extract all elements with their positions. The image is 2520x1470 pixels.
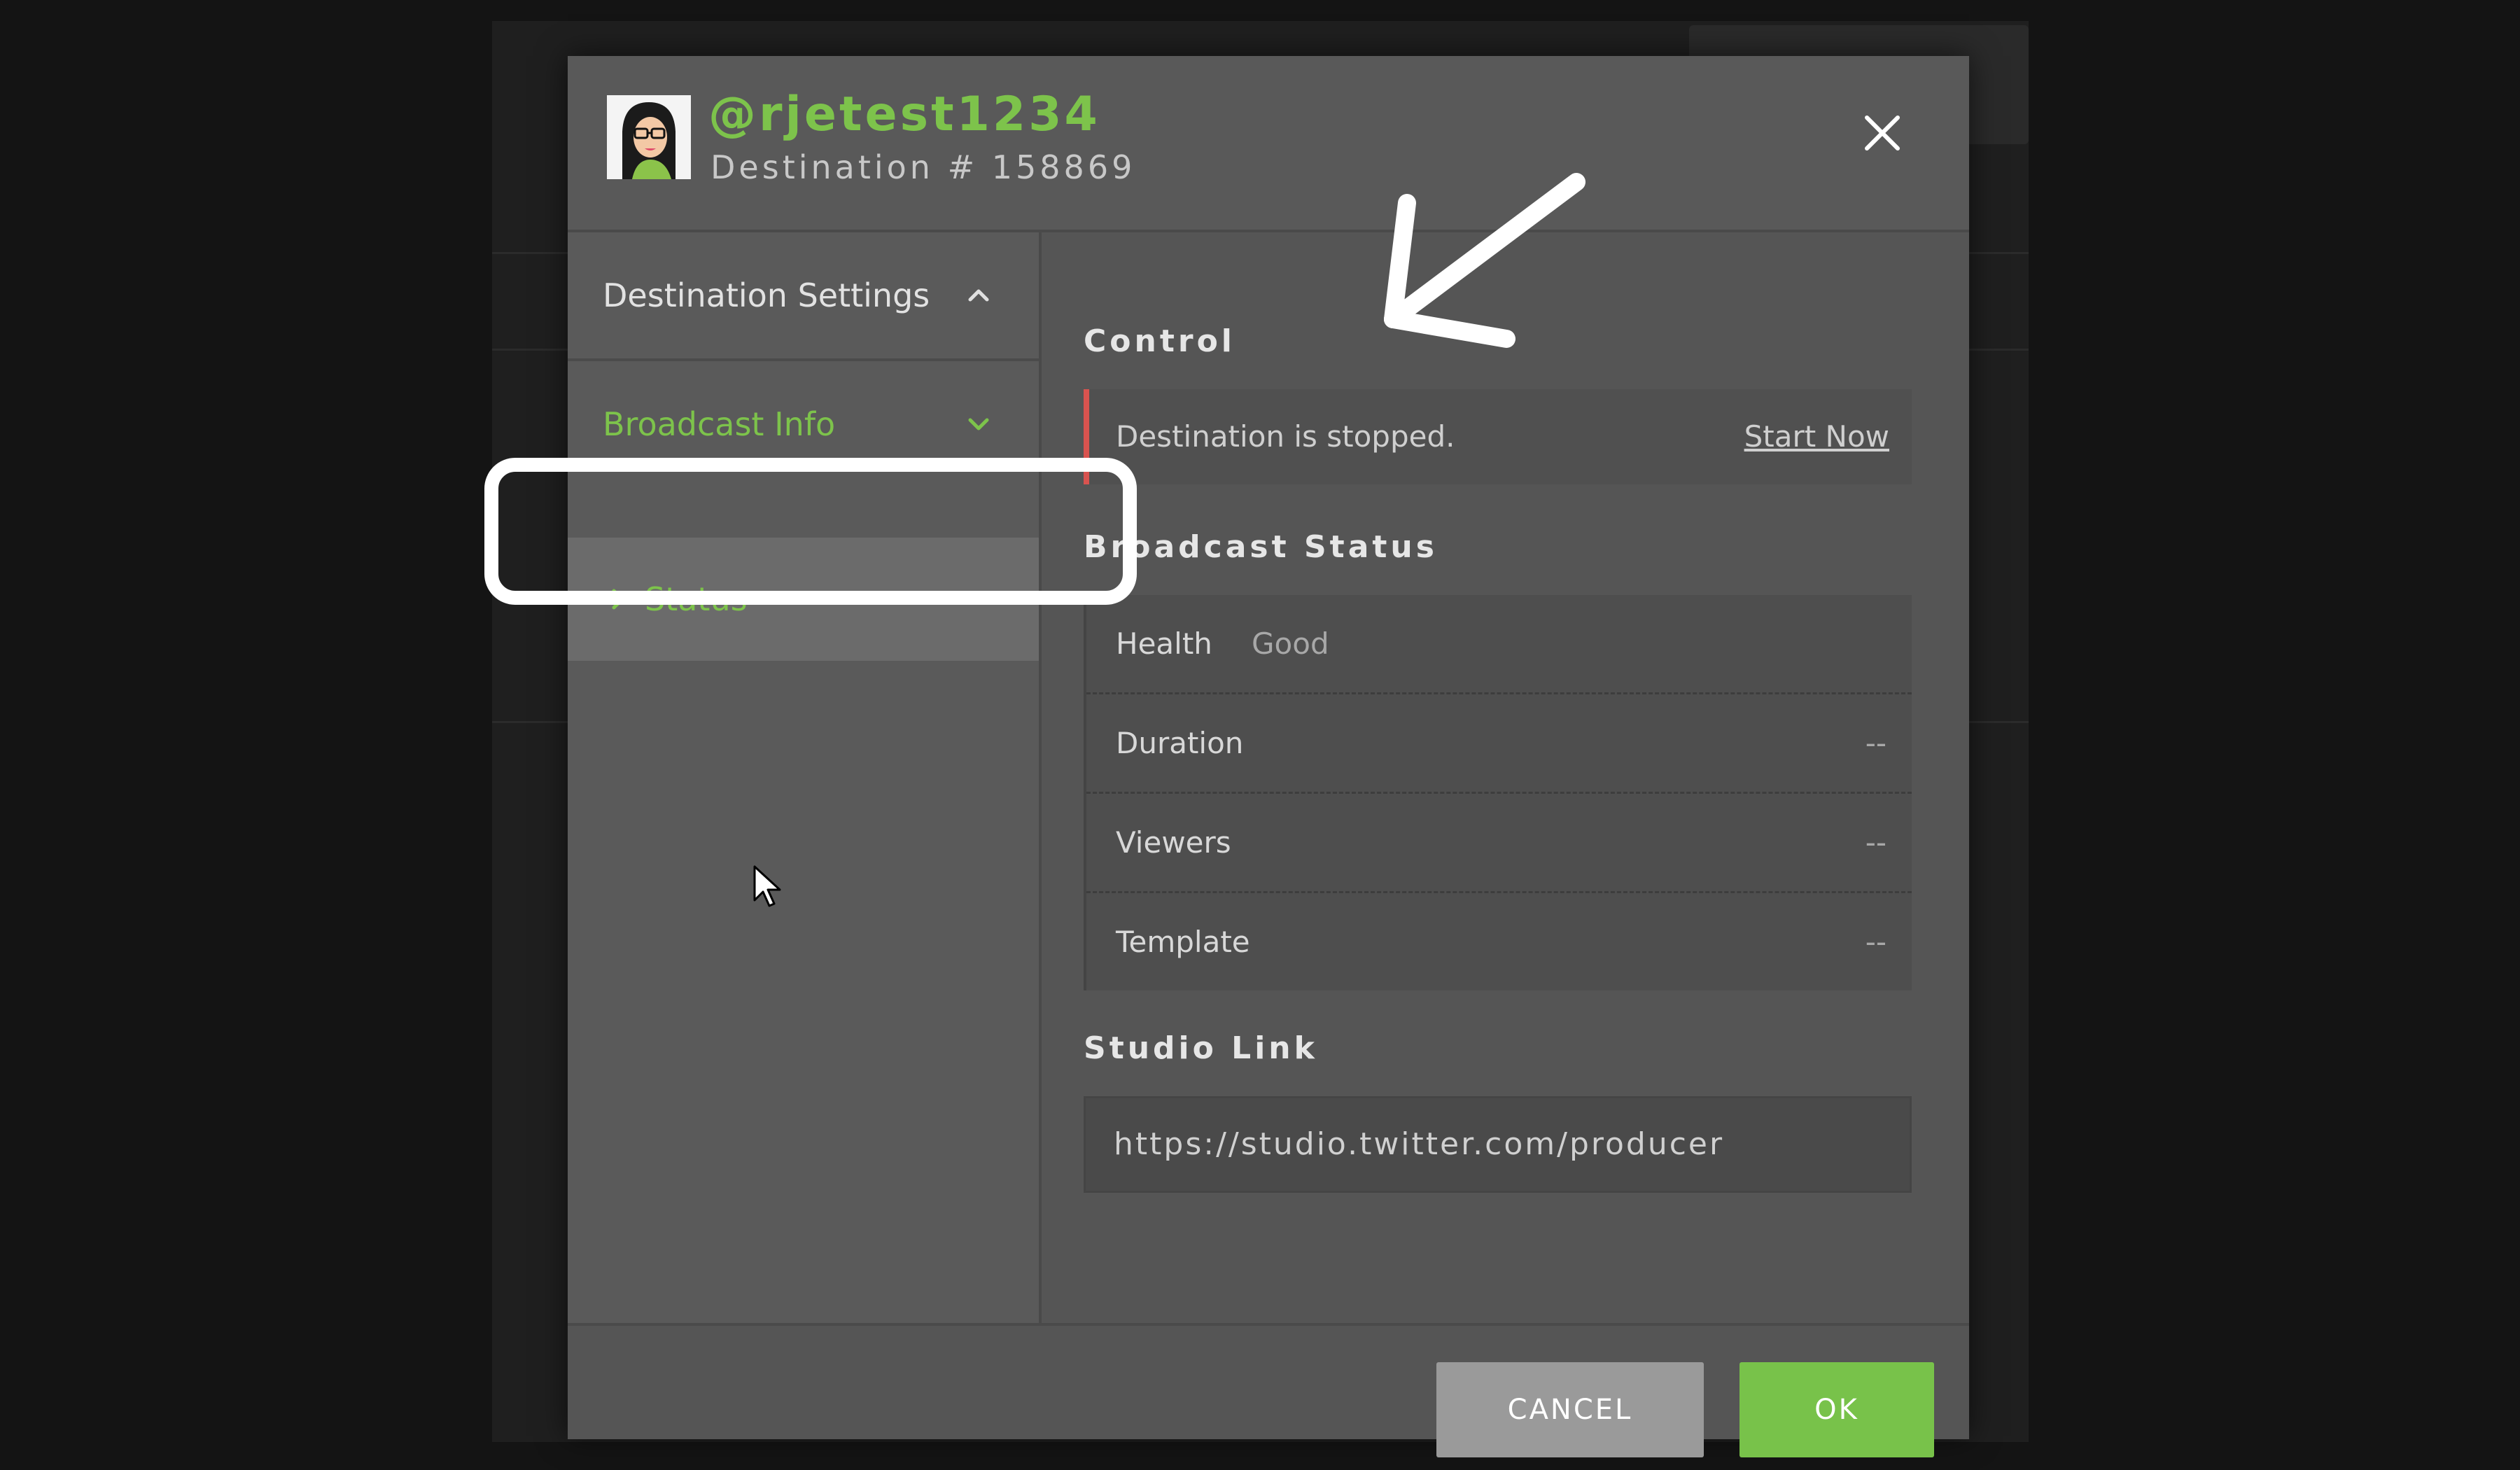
- cancel-button[interactable]: CANCEL: [1436, 1362, 1704, 1457]
- sidebar-item-destination-settings[interactable]: Destination Settings: [568, 232, 1039, 361]
- status-row-value: --: [1865, 925, 1886, 959]
- studio-link-url: https://studio.twitter.com/producer: [1114, 1126, 1725, 1162]
- chevron-up-icon: [968, 289, 989, 302]
- modal-header: @rjetest1234 Destination # 158869: [568, 56, 1969, 232]
- modal-footer: CANCEL OK: [568, 1323, 1969, 1457]
- control-heading: Control: [1084, 323, 1236, 359]
- status-row-health: Health Good: [1086, 595, 1912, 694]
- destination-modal: @rjetest1234 Destination # 158869 Destin…: [568, 56, 1969, 1457]
- avatar-image: [607, 95, 691, 179]
- studio-link-field[interactable]: https://studio.twitter.com/producer: [1084, 1096, 1912, 1193]
- arrow-annotation-icon: [1384, 173, 1586, 348]
- status-row-label: Viewers: [1116, 825, 1231, 860]
- settings-sidebar: Destination Settings Broadcast Info Stat…: [568, 232, 1042, 1323]
- status-row-value: --: [1865, 726, 1886, 760]
- status-row-duration: Duration --: [1086, 694, 1912, 794]
- status-row-value: Good: [1252, 626, 1329, 661]
- status-row-viewers: Viewers --: [1086, 794, 1912, 893]
- mouse-pointer-icon: [753, 865, 781, 907]
- status-row-label: Template: [1116, 925, 1250, 959]
- avatar: [607, 95, 691, 179]
- control-status-message: Destination is stopped.: [1116, 419, 1455, 454]
- destination-number: Destination # 158869: [710, 148, 1136, 186]
- account-handle: @rjetest1234: [708, 87, 1100, 142]
- close-icon[interactable]: [1854, 105, 1910, 161]
- status-row-template: Template --: [1086, 893, 1912, 990]
- sidebar-item-label: Destination Settings: [603, 276, 930, 314]
- control-status-box: Destination is stopped. Start Now: [1084, 389, 1912, 484]
- chevron-down-icon: [968, 418, 989, 430]
- broadcast-status-table: Health Good Duration -- Viewers -- Templ…: [1084, 595, 1912, 990]
- status-row-value: --: [1865, 825, 1886, 860]
- status-row-label: Duration: [1116, 726, 1244, 760]
- status-row-label: Health: [1116, 626, 1212, 661]
- start-now-link[interactable]: Start Now: [1744, 389, 1889, 484]
- highlight-box-annotation: [484, 458, 1137, 605]
- studio-link-heading: Studio Link: [1084, 1030, 1318, 1066]
- ok-button[interactable]: OK: [1740, 1362, 1934, 1457]
- main-panel: Control Destination is stopped. Start No…: [1042, 232, 1969, 1323]
